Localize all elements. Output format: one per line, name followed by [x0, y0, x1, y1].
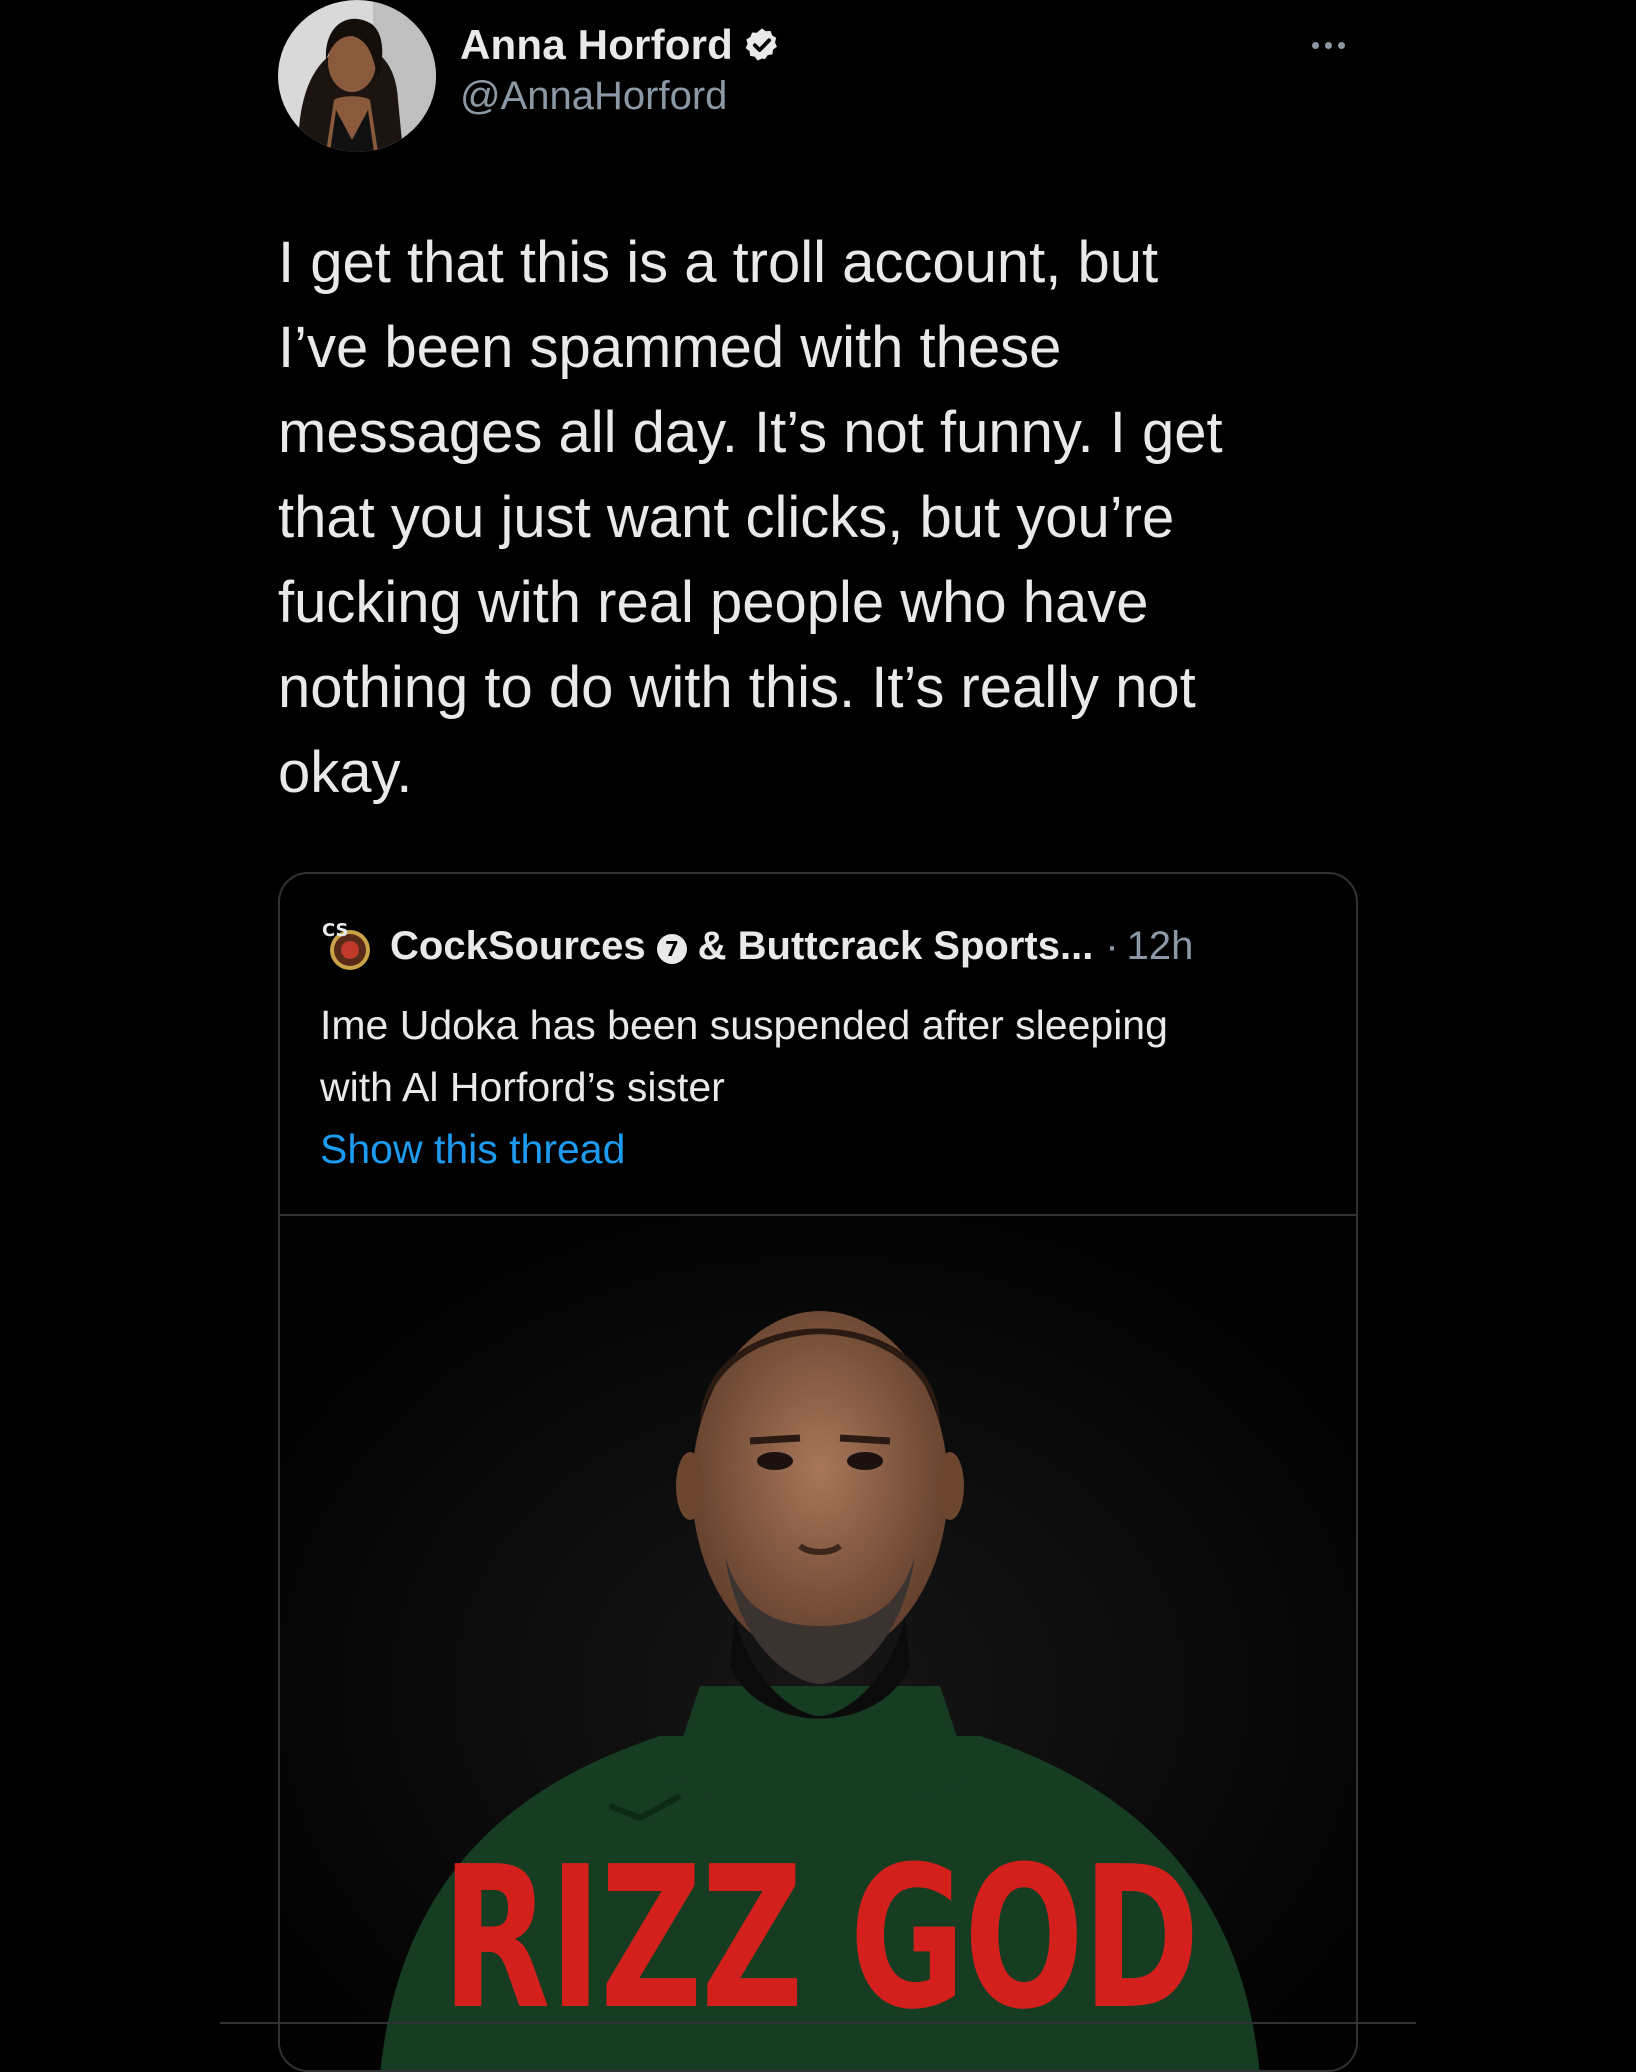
- author-name-row: Anna Horford: [460, 16, 781, 74]
- tweet: Anna Horford @AnnaHorford I get that thi…: [278, 0, 1358, 2072]
- verified-badge-icon: [743, 26, 781, 64]
- author-display-name[interactable]: Anna Horford: [460, 21, 733, 69]
- quoted-avatar-text: CS: [322, 920, 349, 941]
- quoted-tweet-text: Ime Udoka has been suspended after sleep…: [320, 1002, 1168, 1110]
- author-block: Anna Horford @AnnaHorford: [460, 16, 781, 119]
- quoted-author-avatar: CS: [320, 918, 376, 974]
- author-avatar[interactable]: [278, 0, 436, 152]
- tweet-text: I get that this is a troll account, but …: [278, 230, 1223, 805]
- quoted-coauthor-name[interactable]: & Buttcrack Sports...: [698, 924, 1094, 969]
- quoted-tweet-header: CS CockSources 7 & Buttcrack Sports... ·…: [320, 918, 1193, 974]
- number-badge-icon: 7: [656, 930, 688, 964]
- quoted-tweet-media[interactable]: RIZZ GOD: [280, 1214, 1356, 2070]
- quoted-tweet-time[interactable]: 12h: [1127, 924, 1194, 969]
- quoted-tweet-card[interactable]: CS CockSources 7 & Buttcrack Sports... ·…: [278, 872, 1358, 2072]
- badge-number: 7: [665, 937, 679, 961]
- show-thread-link[interactable]: Show this thread: [320, 1126, 625, 1173]
- bottom-divider: [220, 2022, 1416, 2024]
- quoted-author-name[interactable]: CockSources: [390, 924, 646, 969]
- author-handle[interactable]: @AnnaHorford: [460, 74, 781, 119]
- media-caption-text: RIZZ GOD: [441, 1825, 1200, 2053]
- header-separator: ·: [1105, 923, 1119, 968]
- more-options-icon[interactable]: [1298, 28, 1358, 62]
